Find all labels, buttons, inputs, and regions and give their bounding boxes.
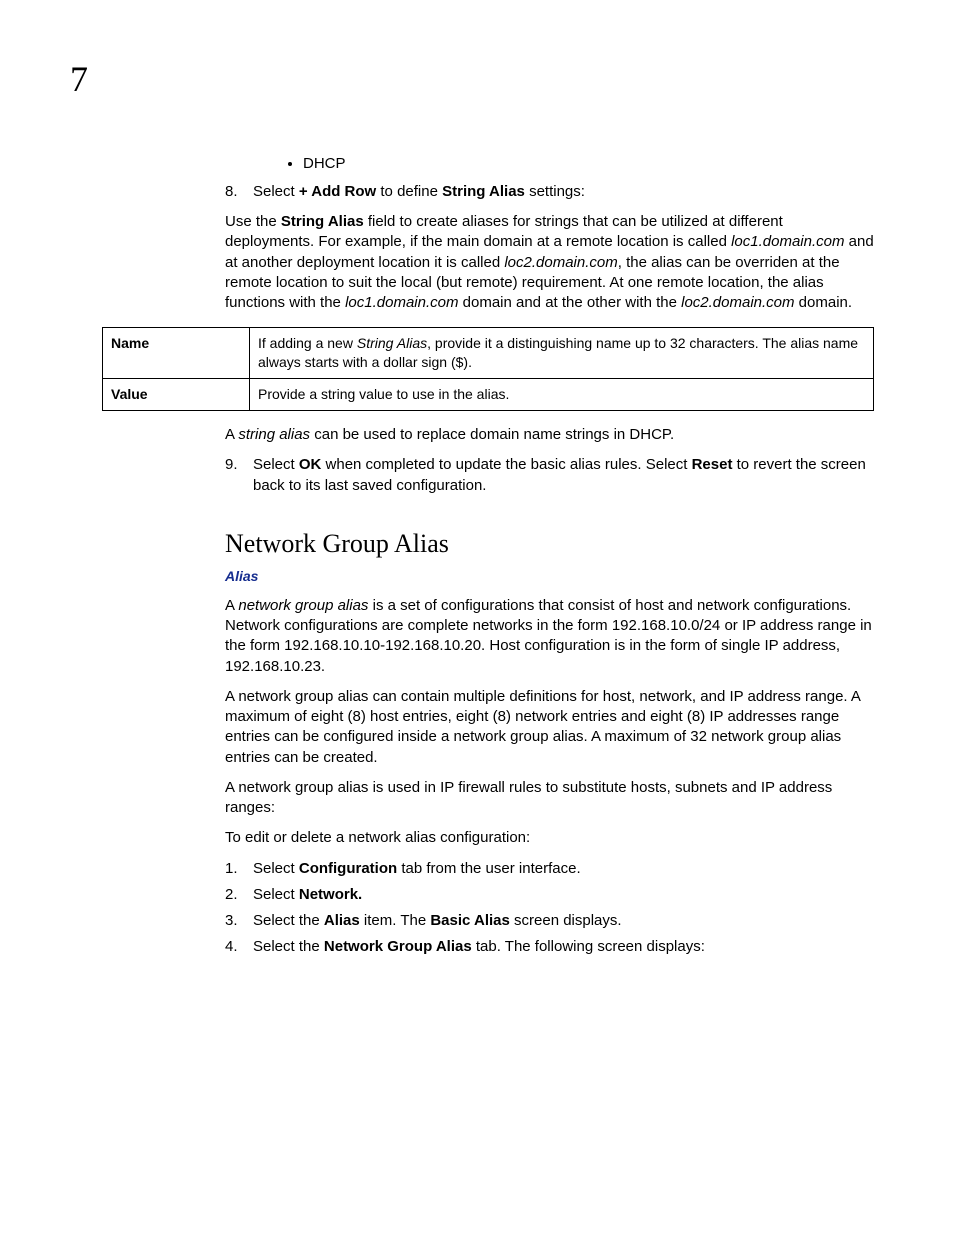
text-bold: String Alias — [281, 213, 364, 230]
text: item. The — [360, 912, 431, 929]
text-bold: Basic Alias — [430, 912, 510, 929]
table-row: Value Provide a string value to use in t… — [103, 379, 874, 411]
list-item: DHCP — [303, 154, 874, 174]
paragraph-nga-usage: A network group alias is used in IP fire… — [225, 778, 874, 819]
text: domain. — [795, 294, 853, 311]
step-4: 4. Select the Network Group Alias tab. T… — [225, 937, 874, 957]
step-3: 3. Select the Alias item. The Basic Alia… — [225, 911, 874, 931]
text-italic: network group alias — [238, 597, 368, 614]
step-number: 9. — [225, 455, 253, 496]
text: can be used to replace domain name strin… — [310, 426, 674, 443]
bullet-list: DHCP — [225, 154, 874, 174]
text: Select the — [253, 938, 324, 955]
text: screen displays. — [510, 912, 622, 929]
step-8: 8. Select + Add Row to define String Ali… — [225, 182, 874, 202]
text: Select the — [253, 912, 324, 929]
section-heading: Network Group Alias — [225, 526, 874, 561]
text-bold: Network Group Alias — [324, 938, 472, 955]
definition-table: Name If adding a new String Alias, provi… — [102, 327, 874, 411]
step-number: 3. — [225, 911, 253, 931]
text-italic: loc1.domain.com — [731, 233, 844, 250]
step8-bold1: + Add Row — [299, 183, 376, 200]
desc-cell: If adding a new String Alias, provide it… — [250, 328, 874, 379]
text: when completed to update the basic alias… — [321, 456, 691, 473]
term-cell: Name — [103, 328, 250, 379]
step-9: 9. Select OK when completed to update th… — [225, 455, 874, 496]
step-number: 4. — [225, 937, 253, 957]
text-bold: Configuration — [299, 860, 397, 877]
step-1: 1. Select Configuration tab from the use… — [225, 859, 874, 879]
text: domain and at the other with the — [458, 294, 681, 311]
step-2: 2. Select Network. — [225, 885, 874, 905]
step8-post: settings: — [525, 183, 585, 200]
desc-cell: Provide a string value to use in the ali… — [250, 379, 874, 411]
text: tab from the user interface. — [397, 860, 580, 877]
text-italic: String Alias — [357, 335, 427, 351]
step-number: 1. — [225, 859, 253, 879]
text-bold: Alias — [324, 912, 360, 929]
text-bold: Reset — [692, 456, 733, 473]
content-column: DHCP 8. Select + Add Row to define Strin… — [225, 154, 874, 314]
text: Select — [253, 860, 299, 877]
term-cell: Value — [103, 379, 250, 411]
text-bold: Network. — [299, 886, 362, 903]
text: Select — [253, 456, 299, 473]
step-number: 8. — [225, 182, 253, 202]
text-italic: string alias — [238, 426, 310, 443]
breadcrumb: Alias — [225, 567, 874, 586]
text-italic: loc2.domain.com — [504, 254, 617, 271]
paragraph-nga-def: A network group alias is a set of config… — [225, 596, 874, 677]
text: A — [225, 426, 238, 443]
chapter-number: 7 — [70, 55, 874, 104]
document-page: 7 DHCP 8. Select + Add Row to define Str… — [0, 0, 954, 1235]
content-column: A string alias can be used to replace do… — [225, 425, 874, 957]
paragraph-string-alias: Use the String Alias field to create ali… — [225, 212, 874, 313]
paragraph-string-alias-note: A string alias can be used to replace do… — [225, 425, 874, 445]
step8-mid: to define — [376, 183, 442, 200]
step8-text: Select — [253, 183, 299, 200]
paragraph-nga-limits: A network group alias can contain multip… — [225, 687, 874, 768]
text: A — [225, 597, 238, 614]
table-column: Name If adding a new String Alias, provi… — [102, 327, 874, 411]
step-number: 2. — [225, 885, 253, 905]
text: Select — [253, 886, 299, 903]
paragraph-nga-intro: To edit or delete a network alias config… — [225, 828, 874, 848]
text: tab. The following screen displays: — [472, 938, 705, 955]
text-italic: loc2.domain.com — [681, 294, 794, 311]
text: If adding a new — [258, 335, 357, 351]
text-bold: OK — [299, 456, 322, 473]
table-row: Name If adding a new String Alias, provi… — [103, 328, 874, 379]
text: Use the — [225, 213, 281, 230]
step8-bold2: String Alias — [442, 183, 525, 200]
text-italic: loc1.domain.com — [345, 294, 458, 311]
